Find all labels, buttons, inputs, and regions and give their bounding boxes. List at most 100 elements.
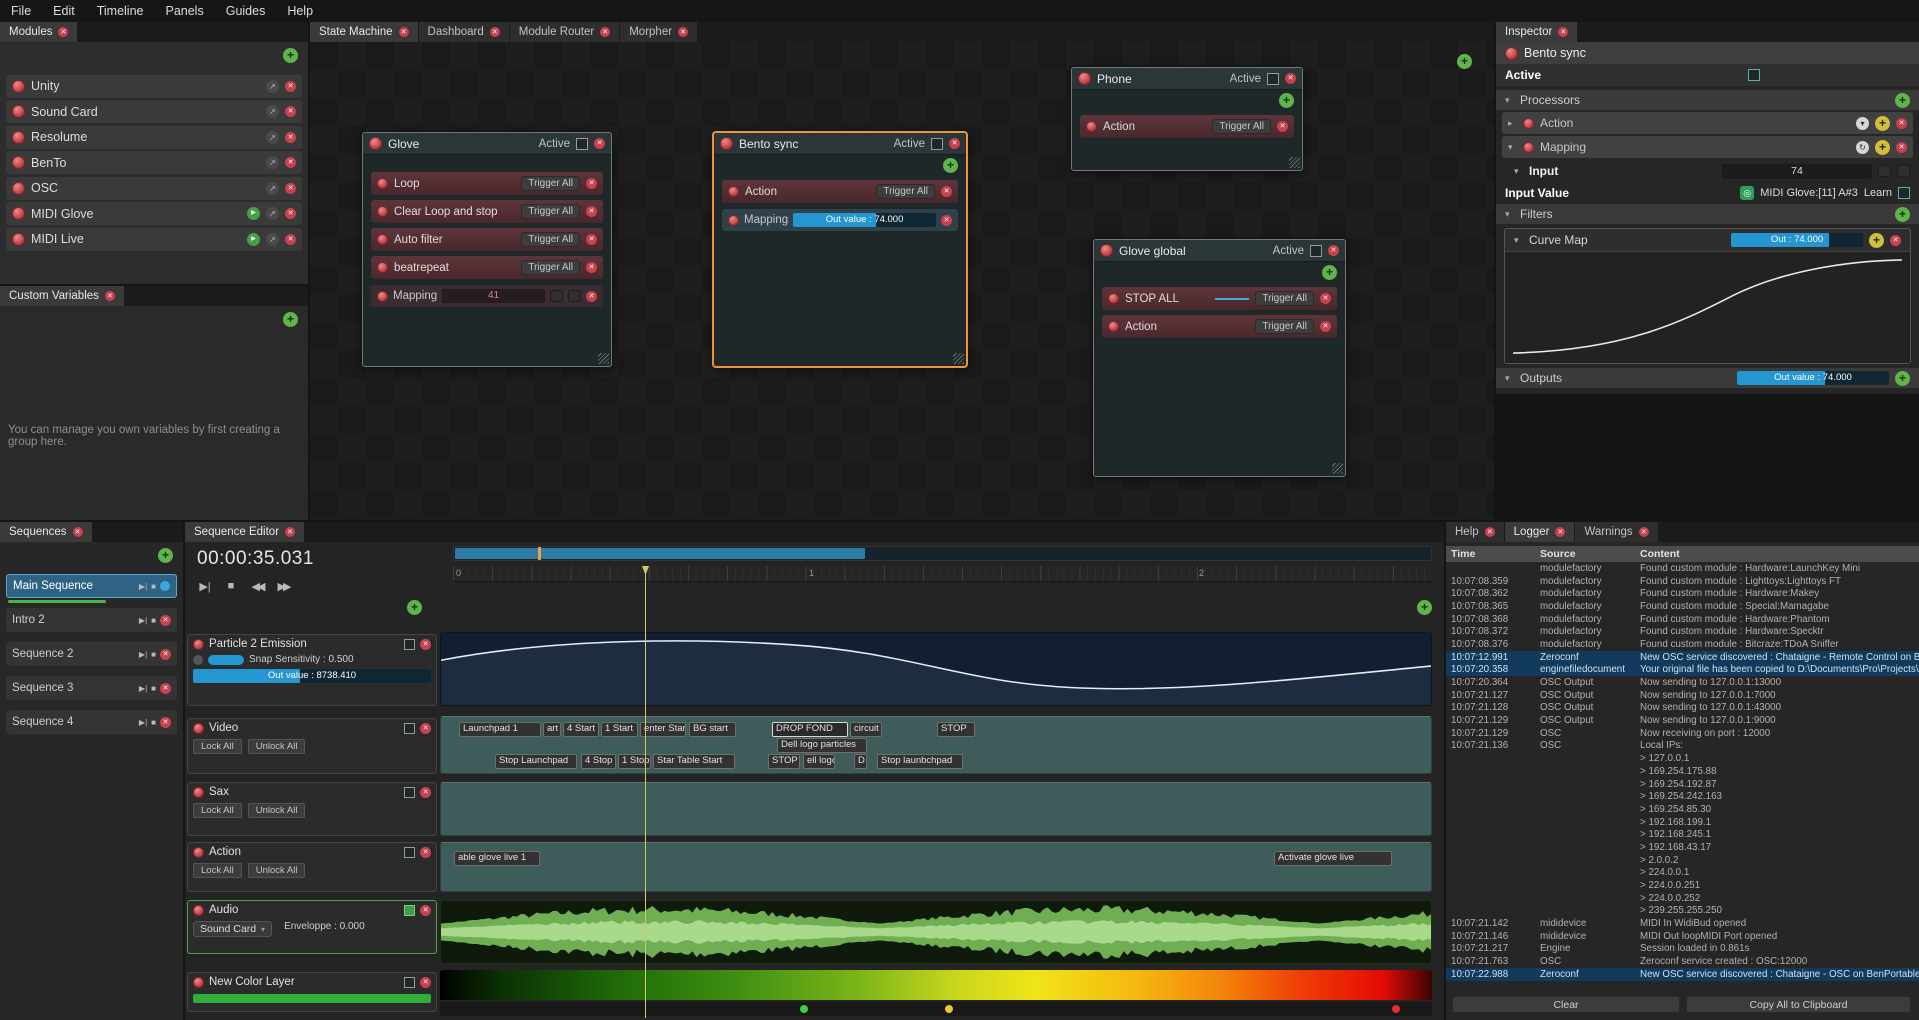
add-state-button[interactable]	[1457, 54, 1472, 69]
trigger-block[interactable]: able glove live 1	[454, 851, 540, 866]
trigger-all-button[interactable]: Trigger All	[521, 260, 580, 275]
stepper-button[interactable]	[550, 290, 563, 302]
module-row[interactable]: Sound Card	[6, 100, 302, 123]
node-bento-sync[interactable]: Bento sync Active Action Trigger All	[713, 132, 967, 367]
overview-view-range[interactable]	[455, 548, 865, 559]
lane-color-gradient[interactable]	[440, 970, 1432, 1018]
power-icon[interactable]	[12, 207, 25, 220]
remove-icon[interactable]	[285, 157, 296, 168]
node-glove-global[interactable]: Glove global Active STOP ALL Trigger All	[1093, 239, 1346, 477]
play-icon[interactable]	[139, 684, 147, 693]
close-icon[interactable]	[1639, 527, 1649, 537]
sequence-item[interactable]: Intro 2	[6, 608, 177, 632]
curve-editor[interactable]	[1505, 251, 1910, 363]
trigger-block[interactable]: 1 Stop	[618, 754, 651, 769]
power-icon[interactable]	[12, 233, 25, 246]
command-item[interactable]: Action Trigger All	[722, 180, 958, 203]
sequence-item[interactable]: Main Sequence	[6, 574, 177, 598]
remove-icon[interactable]	[941, 186, 952, 197]
layer-header-action[interactable]: Action Lock All Unlock All	[187, 842, 437, 892]
tab-custom-variables[interactable]: Custom Variables	[0, 286, 124, 306]
outputs-section-header[interactable]: Outputs Out value : 74.000	[1496, 368, 1919, 388]
sequence-item[interactable]: Sequence 2	[6, 642, 177, 666]
stop-icon[interactable]	[151, 718, 156, 727]
remove-icon[interactable]	[285, 234, 296, 245]
remove-icon[interactable]	[285, 183, 296, 194]
node-phone[interactable]: Phone Active Action Trigger All	[1071, 67, 1303, 171]
add-layer-button[interactable]	[407, 600, 422, 615]
trigger-block[interactable]: ell logo	[803, 754, 835, 769]
close-icon[interactable]	[1328, 245, 1339, 256]
layer-header-audio[interactable]: Audio Sound Card ▾ Enveloppe : 0.000	[187, 900, 437, 954]
power-icon[interactable]	[1505, 47, 1518, 60]
power-icon[interactable]	[193, 787, 204, 798]
add-layer-button[interactable]	[1417, 600, 1432, 615]
stop-icon[interactable]	[151, 684, 156, 693]
close-icon[interactable]	[105, 291, 115, 301]
node-header[interactable]: Phone Active	[1072, 68, 1302, 90]
log-row[interactable]: modulefactory Found custom module : Hard…	[1446, 562, 1919, 575]
power-icon[interactable]	[193, 723, 204, 734]
log-row[interactable]: 10:07:21.128 OSC Output Now sending to 1…	[1446, 702, 1919, 715]
play-icon[interactable]	[139, 718, 147, 727]
color-key-yellow[interactable]	[945, 1005, 953, 1013]
chevron-down-icon[interactable]	[1505, 374, 1514, 383]
trigger-block[interactable]: 4 Stop	[581, 754, 616, 769]
remove-icon[interactable]	[420, 847, 431, 858]
active-checkbox[interactable]	[1267, 73, 1279, 85]
tab-modules[interactable]: Modules	[0, 22, 77, 42]
lock-all-button[interactable]: Lock All	[193, 803, 242, 818]
logger-tab[interactable]: Help	[1446, 522, 1504, 542]
active-checkbox[interactable]	[1748, 69, 1760, 81]
remove-icon[interactable]	[285, 106, 296, 117]
stop-icon[interactable]	[151, 582, 156, 591]
color-key-red[interactable]	[1392, 1005, 1400, 1013]
log-row[interactable]: > 169.254.242.163	[1446, 790, 1919, 803]
duplicate-icon[interactable]	[1875, 140, 1890, 155]
close-icon[interactable]	[600, 27, 610, 37]
lock-all-button[interactable]: Lock All	[193, 739, 242, 754]
power-icon[interactable]	[1100, 244, 1113, 257]
trigger-all-button[interactable]: Trigger All	[876, 184, 935, 199]
play-icon[interactable]	[139, 650, 147, 659]
resize-grip[interactable]	[598, 353, 609, 364]
remove-icon[interactable]	[420, 905, 431, 916]
close-icon[interactable]	[1285, 73, 1296, 84]
log-row[interactable]: 10:07:08.365 modulefactory Found custom …	[1446, 600, 1919, 613]
lane-particle2-automation[interactable]	[440, 632, 1432, 706]
play-icon[interactable]	[139, 582, 147, 591]
trigger-block[interactable]: 4 Start	[563, 722, 599, 737]
power-icon[interactable]	[1108, 293, 1119, 304]
color-key-green[interactable]	[800, 1005, 808, 1013]
trigger-block[interactable]: circuit	[850, 722, 882, 737]
detach-icon[interactable]	[266, 182, 279, 195]
remove-icon[interactable]	[1890, 235, 1901, 246]
close-icon[interactable]	[594, 138, 605, 149]
stop-button[interactable]	[223, 580, 239, 593]
close-icon[interactable]	[678, 27, 688, 37]
close-icon[interactable]	[58, 27, 68, 37]
log-row[interactable]: > 127.0.0.1	[1446, 752, 1919, 765]
remove-icon[interactable]	[586, 178, 597, 189]
tab-sequence-editor[interactable]: Sequence Editor	[185, 522, 304, 542]
menu-item[interactable]: Timeline	[86, 0, 155, 22]
log-row[interactable]: 10:07:20.358 enginefiledocument Your ori…	[1446, 664, 1919, 677]
detach-icon[interactable]	[266, 156, 279, 169]
power-icon[interactable]	[377, 291, 388, 302]
power-icon[interactable]	[369, 137, 382, 150]
processor-action-row[interactable]: Action ▾	[1502, 112, 1913, 134]
add-processor-button[interactable]	[1895, 93, 1910, 108]
sequence-item[interactable]: Sequence 4	[6, 710, 177, 734]
remove-icon[interactable]	[941, 215, 952, 226]
power-icon[interactable]	[377, 178, 388, 189]
unlock-all-button[interactable]: Unlock All	[248, 863, 306, 878]
layer-header-video[interactable]: Video Lock All Unlock All	[187, 718, 437, 774]
resize-grip[interactable]	[1289, 157, 1300, 168]
remove-icon[interactable]	[586, 234, 597, 245]
module-row[interactable]: Unity	[6, 75, 302, 98]
command-item[interactable]: Clear Loop and stop Trigger All	[371, 200, 603, 223]
trigger-block[interactable]: BG start	[689, 722, 736, 737]
processors-section-header[interactable]: Processors	[1496, 90, 1919, 110]
detach-icon[interactable]	[266, 233, 279, 246]
add-processor-button[interactable]	[1279, 93, 1294, 108]
